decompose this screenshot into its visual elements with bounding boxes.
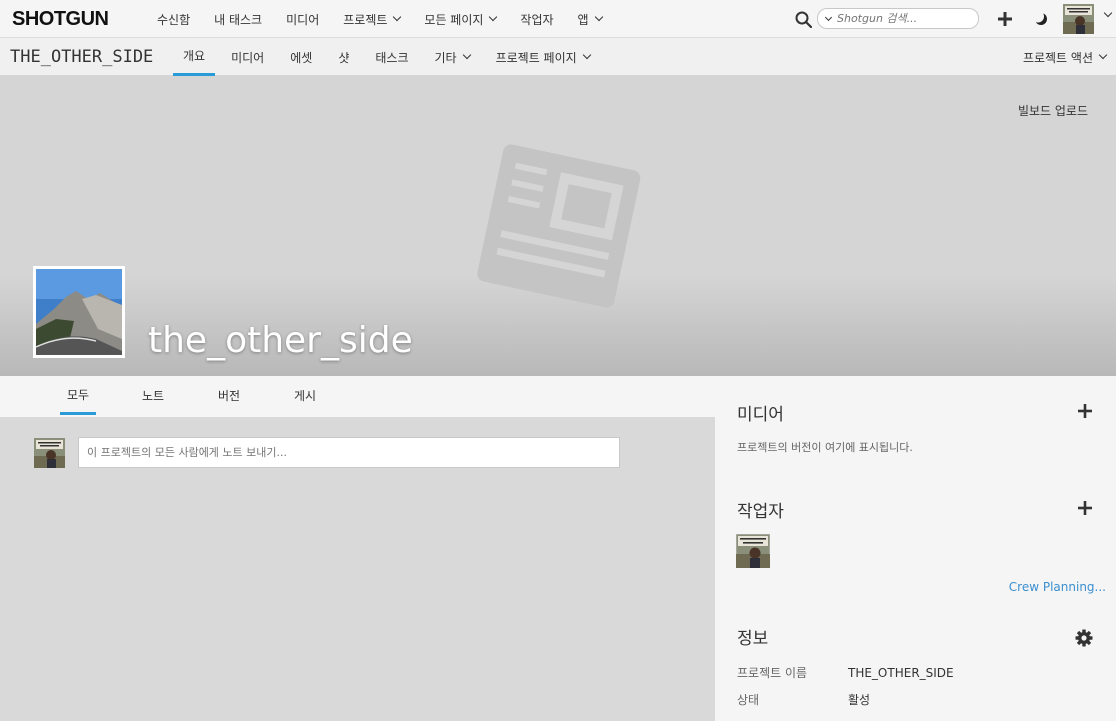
top-navbar: SHOTGUN 수신함 내 태스크 미디어 프로젝트 모든 페이지 작업자 앱 [0,0,1116,38]
feed-tab-versions[interactable]: 버전 [218,376,240,415]
nav-projects-label: 프로젝트 [343,12,388,27]
search-scope-chevron-icon[interactable] [824,13,833,21]
project-actions-menu[interactable]: 프로젝트 액션 [1022,38,1108,76]
chevron-down-icon [582,50,591,60]
info-key: 상태 [737,693,760,707]
tab-other[interactable]: 기타 [424,38,479,76]
project-title: the_other_side [148,320,413,361]
chevron-down-icon [462,50,471,60]
feed-tab-publishes-label: 게시 [294,389,317,403]
nav-media-label: 미디어 [286,12,320,27]
tab-media[interactable]: 미디어 [221,38,274,76]
project-thumbnail[interactable] [33,266,125,358]
tab-media-label: 미디어 [231,50,265,65]
chevron-down-icon [594,12,603,22]
nav-projects[interactable]: 프로젝트 [343,11,402,28]
nav-people-label: 작업자 [520,12,554,27]
search-input[interactable] [837,12,967,25]
info-section-title: 정보 [737,629,769,649]
project-name[interactable]: THE_OTHER_SIDE [10,47,153,67]
crew-planning-link[interactable]: Crew Planning... [1009,580,1106,594]
user-menu-chevron-icon[interactable] [1103,8,1113,18]
people-section-title: 작업자 [737,502,784,522]
gear-icon[interactable] [1075,629,1093,647]
nav-my-tasks-label: 내 태스크 [214,12,263,27]
tab-overview-label: 개요 [183,49,206,63]
global-search[interactable] [817,8,979,29]
chevron-down-icon [393,12,402,22]
nav-apps[interactable]: 앱 [577,11,603,28]
feed-tab-notes-label: 노트 [142,389,165,403]
chevron-down-icon [1098,50,1108,60]
add-media-plus-icon[interactable] [1078,404,1092,418]
note-input[interactable] [78,437,620,468]
plus-icon[interactable] [996,10,1014,28]
nav-people[interactable]: 작업자 [520,11,553,28]
user-avatar[interactable] [1063,4,1094,34]
add-person-plus-icon[interactable] [1078,501,1092,515]
nav-inbox-label: 수신함 [157,12,191,27]
info-key: 프로젝트 이름 [737,666,808,680]
project-tabs: 개요 미디어 에셋 샷 태스크 기타 프로젝트 페이지 [173,38,606,76]
chevron-down-icon [489,12,498,22]
project-actions-label: 프로젝트 액션 [1022,50,1093,65]
search-icon[interactable] [795,11,812,28]
tab-project-pages-label: 프로젝트 페이지 [495,50,577,65]
billboard-upload-button[interactable]: 빌보드 업로드 [1018,102,1088,119]
info-value[interactable]: 활성 [848,693,870,707]
project-side-panel: 미디어 프로젝트의 버전이 여기에 표시됩니다. 작업자 Crew Planni… [715,376,1116,721]
billboard-placeholder-icon [477,144,641,308]
tab-other-label: 기타 [434,50,457,65]
nav-all-pages-label: 모든 페이지 [424,12,484,27]
media-section-title: 미디어 [737,405,784,425]
info-row-project-name: 프로젝트 이름 THE_OTHER_SIDE [737,664,954,681]
info-row-status: 상태 활성 [737,691,870,708]
shotgun-logo[interactable]: SHOTGUN [12,8,109,31]
project-navbar: THE_OTHER_SIDE 개요 미디어 에셋 샷 태스크 기타 프로젝트 페… [0,38,1116,76]
tab-tasks[interactable]: 태스크 [365,38,418,76]
activity-tabs: 모두 노트 버전 게시 [0,376,715,417]
nav-inbox[interactable]: 수신함 [157,11,190,28]
media-empty-hint: 프로젝트의 버전이 여기에 표시됩니다. [737,441,913,454]
nav-my-tasks[interactable]: 내 태스크 [214,11,262,28]
nav-media[interactable]: 미디어 [286,11,319,28]
tab-shots-label: 샷 [338,50,350,65]
tab-tasks-label: 태스크 [375,50,409,65]
current-user-avatar [34,438,65,468]
feed-tab-notes[interactable]: 노트 [142,376,164,415]
feed-tab-all[interactable]: 모두 [60,376,96,415]
crew-member-avatar[interactable] [736,534,770,568]
project-billboard: 빌보드 업로드 the_other_side [0,76,1116,376]
moon-icon[interactable] [1033,11,1049,27]
tab-assets-label: 에셋 [290,50,313,65]
tab-shots[interactable]: 샷 [328,38,359,76]
feed-tab-publishes[interactable]: 게시 [294,376,316,415]
nav-all-pages[interactable]: 모든 페이지 [424,11,498,28]
feed-tab-versions-label: 버전 [218,389,241,403]
tab-project-pages[interactable]: 프로젝트 페이지 [486,38,600,76]
nav-apps-label: 앱 [577,12,589,27]
global-nav: 수신함 내 태스크 미디어 프로젝트 모든 페이지 작업자 앱 [157,0,626,38]
tab-assets[interactable]: 에셋 [280,38,322,76]
info-value[interactable]: THE_OTHER_SIDE [848,666,954,680]
feed-tab-all-label: 모두 [66,387,90,402]
tab-overview[interactable]: 개요 [173,38,216,76]
